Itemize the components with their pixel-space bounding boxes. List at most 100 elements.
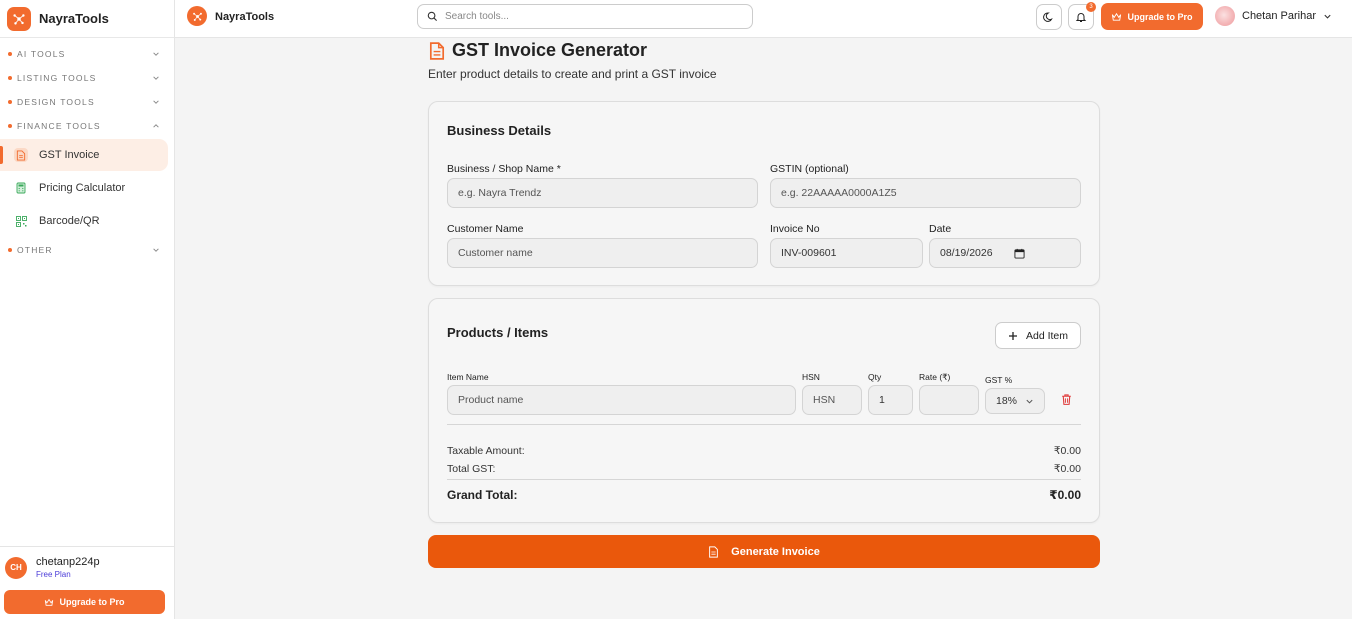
document-icon (709, 545, 719, 558)
sidebar-item-barcode-qr[interactable]: Barcode/QR (0, 205, 168, 237)
date-label: Date (929, 223, 952, 235)
section-label: DESIGN TOOLS (17, 97, 95, 107)
item-name-input[interactable] (458, 394, 795, 406)
crown-icon (45, 598, 54, 606)
section-design-tools[interactable]: DESIGN TOOLS (0, 90, 174, 114)
chevron-down-icon (1026, 399, 1033, 404)
upgrade-label: Upgrade to Pro (59, 597, 125, 607)
col-item-name: Item Name (447, 372, 489, 382)
gstin-field[interactable] (770, 178, 1081, 208)
sidebar-item-label: GST Invoice (39, 149, 100, 161)
section-dot (8, 124, 12, 128)
gstin-input[interactable] (781, 187, 1080, 199)
hsn-input[interactable] (813, 394, 861, 406)
section-label: OTHER (17, 245, 53, 255)
theme-toggle-button[interactable] (1036, 4, 1062, 30)
customer-name-input[interactable] (458, 247, 757, 259)
sidebar-footer: CH chetanp224p Free Plan Upgrade to Pro (0, 546, 174, 619)
moon-icon (1043, 12, 1053, 22)
col-gst: GST % (985, 375, 1013, 385)
chevron-down-icon (153, 248, 159, 252)
trash-icon[interactable] (1060, 393, 1073, 406)
chevron-up-icon (153, 124, 159, 128)
taxable-amount-value: ₹0.00 (1053, 445, 1081, 457)
section-other[interactable]: OTHER (0, 238, 174, 262)
section-dot (8, 76, 12, 80)
card-title: Business Details (447, 123, 552, 138)
upgrade-button-sidebar[interactable]: Upgrade to Pro (4, 590, 165, 614)
calendar-icon[interactable] (1014, 248, 1025, 259)
bell-icon (1075, 13, 1087, 22)
page-title: GST Invoice Generator (452, 40, 648, 60)
col-hsn: HSN (802, 372, 820, 382)
sidebar-item-gst-invoice[interactable]: GST Invoice (0, 139, 168, 171)
add-item-button[interactable]: Add Item (995, 322, 1081, 349)
sidebar-item-pricing-calculator[interactable]: Pricing Calculator (0, 172, 168, 204)
section-dot (8, 52, 12, 56)
date-value: 08/19/2026 (940, 247, 993, 259)
qty-field[interactable]: 1 (868, 385, 913, 415)
item-name-field[interactable] (447, 385, 796, 415)
section-dot (8, 248, 12, 252)
shop-name-input[interactable] (458, 187, 757, 199)
business-details-card: Business Details Business / Shop Name * … (428, 101, 1100, 286)
brand-name: NayraTools (39, 11, 109, 26)
rate-field[interactable] (919, 385, 979, 415)
card-title: Products / Items (447, 325, 549, 340)
chevron-down-icon (153, 76, 159, 80)
document-icon (14, 148, 28, 162)
taxable-amount-label: Taxable Amount: (447, 445, 525, 457)
plan-label: Free Plan (36, 570, 71, 579)
avatar[interactable]: CH (5, 556, 27, 579)
calculator-icon (14, 181, 28, 195)
shop-name-field[interactable] (447, 178, 758, 208)
upgrade-label: Upgrade to Pro (1127, 11, 1193, 22)
col-qty: Qty (868, 372, 882, 382)
gstin-label: GSTIN (optional) (770, 163, 849, 175)
gst-value: 18% (996, 395, 1018, 407)
sidebar-item-label: Pricing Calculator (39, 182, 126, 194)
logo-icon[interactable] (7, 6, 31, 31)
search-icon (427, 11, 438, 22)
shop-name-label: Business / Shop Name * (447, 163, 561, 175)
total-gst-label: Total GST: (447, 463, 496, 475)
invoice-no-field[interactable]: INV-009601 (770, 238, 923, 268)
search-bar[interactable] (417, 4, 753, 29)
notifications-button[interactable]: 3 (1068, 2, 1096, 30)
section-label: LISTING TOOLS (17, 73, 97, 83)
notification-badge: 3 (1086, 2, 1096, 12)
chevron-down-icon (153, 52, 159, 56)
section-ai-tools[interactable]: AI TOOLS (0, 42, 174, 66)
document-icon (429, 41, 445, 60)
total-gst-value: ₹0.00 (1053, 463, 1081, 475)
col-rate: Rate (₹) (919, 372, 951, 382)
date-field[interactable]: 08/19/2026 (929, 238, 1081, 268)
crown-icon (1112, 12, 1122, 21)
qr-code-icon (14, 214, 28, 228)
sidebar-item-label: Barcode/QR (39, 215, 100, 227)
hsn-field[interactable] (802, 385, 862, 415)
user-info: CH chetanp224p Free Plan (0, 547, 174, 579)
grand-total-label: Grand Total: (447, 488, 518, 502)
customer-name-field[interactable] (447, 238, 758, 268)
page-subtitle: Enter product details to create and prin… (428, 67, 717, 81)
customer-name-label: Customer Name (447, 223, 524, 235)
divider (447, 479, 1081, 480)
products-card: Products / Items Add Item Item Name HSN … (428, 298, 1100, 523)
section-label: AI TOOLS (17, 49, 66, 59)
section-dot (8, 100, 12, 104)
username: chetanp224p (36, 556, 100, 568)
page-header: GST Invoice Generator (429, 40, 647, 61)
user-menu[interactable]: Chetan Parihar (1215, 6, 1332, 26)
qty-value: 1 (879, 394, 885, 406)
gst-select[interactable]: 18% (985, 388, 1045, 414)
generate-invoice-button[interactable]: Generate Invoice (428, 535, 1100, 568)
invoice-no-label: Invoice No (770, 223, 820, 235)
avatar (1215, 6, 1235, 26)
section-listing-tools[interactable]: LISTING TOOLS (0, 66, 174, 90)
chevron-down-icon (1324, 14, 1331, 19)
search-input[interactable] (445, 11, 735, 22)
logo-icon[interactable] (187, 6, 207, 26)
upgrade-button[interactable]: Upgrade to Pro (1101, 3, 1203, 30)
section-finance-tools[interactable]: FINANCE TOOLS (0, 114, 174, 138)
